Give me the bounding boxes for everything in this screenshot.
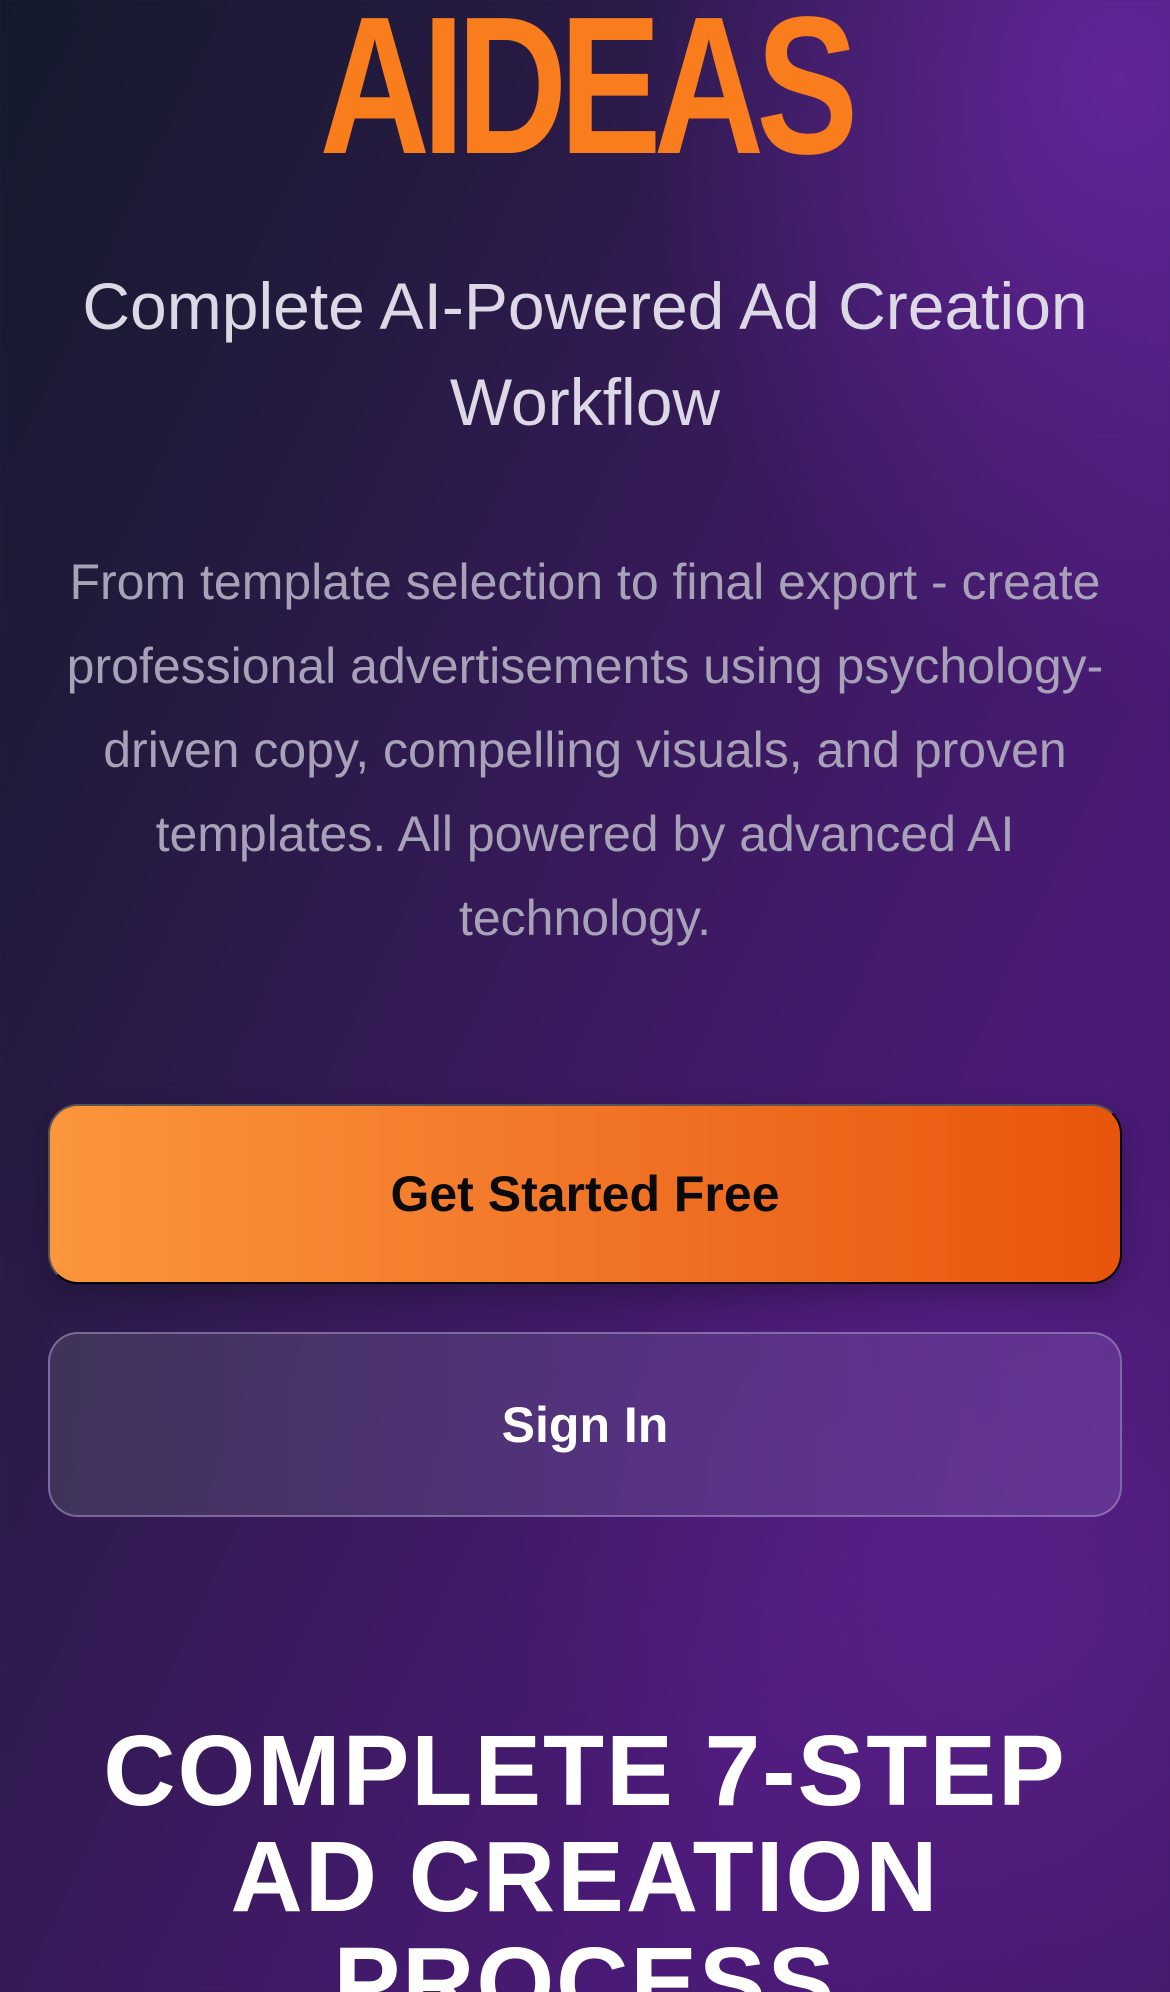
brand-logo: AIDEAS	[319, 0, 859, 195]
section-title: COMPLETE 7-STEP AD CREATION PROCESS	[103, 1715, 1067, 1992]
landing-page: AIDEAS Complete AI-Powered Ad Creation W…	[0, 0, 1170, 1992]
get-started-button[interactable]: Get Started Free	[48, 1104, 1122, 1284]
hero-description: From template selection to final export …	[66, 554, 1104, 946]
sign-in-button[interactable]: Sign In	[48, 1332, 1122, 1517]
hero-tagline: Complete AI-Powered Ad Creation Workflow	[82, 269, 1088, 439]
